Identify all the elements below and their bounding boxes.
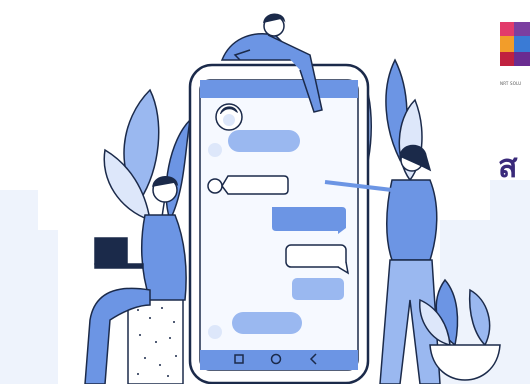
- hero-illustration: [0, 0, 530, 385]
- brand-title: ส: [498, 147, 518, 185]
- puzzle-icon: [500, 22, 530, 66]
- chat-bubble-sent-2: [292, 278, 344, 300]
- smartphone: [188, 63, 370, 385]
- logo-caption: NRT SOLU: [500, 81, 522, 86]
- chat-avatar: [215, 103, 243, 131]
- chat-bubble-sent: [272, 207, 346, 234]
